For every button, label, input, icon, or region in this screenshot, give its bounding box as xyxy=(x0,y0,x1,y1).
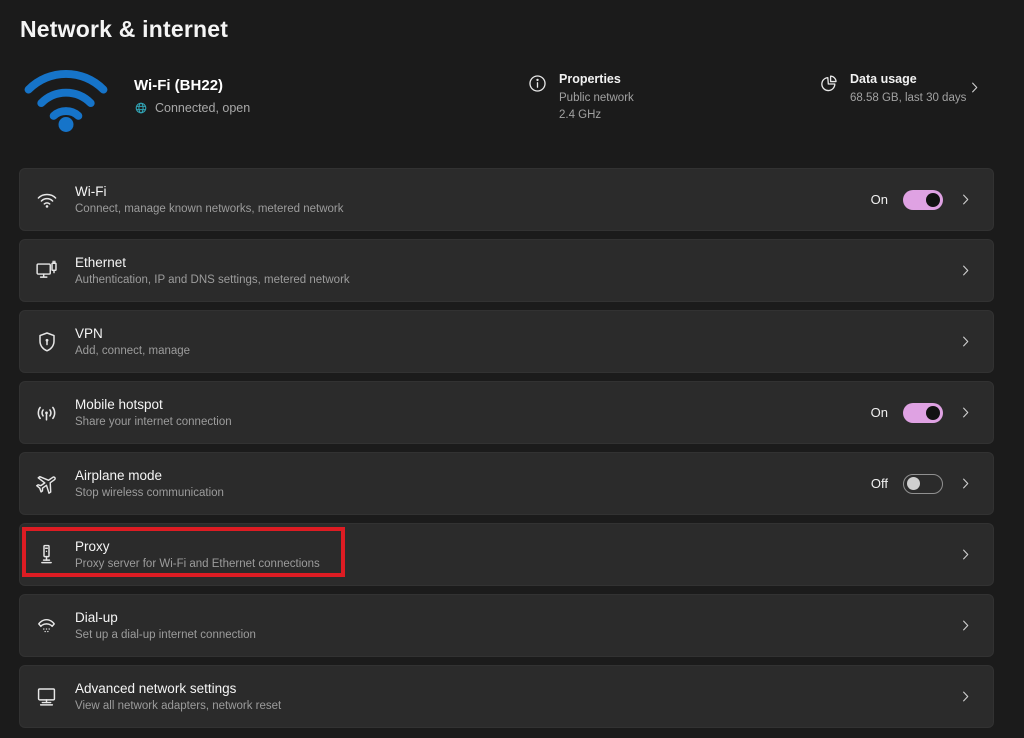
toggle-state-label: On xyxy=(871,405,888,420)
ethernet-icon xyxy=(33,257,60,284)
vpn-shield-icon xyxy=(33,328,60,355)
globe-icon xyxy=(134,101,148,115)
wifi-icon xyxy=(33,186,60,213)
chevron-right-icon xyxy=(958,334,973,349)
toggle-state-label: Off xyxy=(871,476,888,491)
settings-row-advanced-network-settings[interactable]: Advanced network settings View all netwo… xyxy=(19,665,994,728)
info-circle-icon xyxy=(527,73,548,94)
chevron-right-icon xyxy=(958,547,973,562)
row-subtitle: Connect, manage known networks, metered … xyxy=(75,203,871,215)
dialup-phone-icon xyxy=(33,612,60,639)
connection-name: Wi-Fi (BH22) xyxy=(134,77,250,94)
chevron-right-icon xyxy=(958,618,973,633)
chevron-right-icon xyxy=(958,476,973,491)
properties-band: 2.4 GHz xyxy=(559,107,634,124)
row-subtitle: Share your internet connection xyxy=(75,416,871,428)
data-usage-amount: 68.58 GB, last 30 days xyxy=(850,90,966,107)
row-subtitle: Authentication, IP and DNS settings, met… xyxy=(75,274,958,286)
proxy-server-icon xyxy=(33,541,60,568)
page-title: Network & internet xyxy=(20,16,228,43)
settings-row-proxy[interactable]: Proxy Proxy server for Wi-Fi and Etherne… xyxy=(19,523,994,586)
toggle-switch[interactable] xyxy=(903,403,943,423)
pie-chart-icon xyxy=(818,73,839,94)
properties-button[interactable]: Properties Public network 2.4 GHz xyxy=(527,72,634,125)
settings-row-dial-up[interactable]: Dial-up Set up a dial-up internet connec… xyxy=(19,594,994,657)
chevron-right-icon xyxy=(958,689,973,704)
settings-row-mobile-hotspot[interactable]: Mobile hotspot Share your internet conne… xyxy=(19,381,994,444)
toggle-switch[interactable] xyxy=(903,190,943,210)
row-title: Dial-up xyxy=(75,610,958,625)
row-title: Wi-Fi xyxy=(75,184,871,199)
mobile-hotspot-icon xyxy=(33,399,60,426)
settings-row-vpn[interactable]: VPN Add, connect, manage xyxy=(19,310,994,373)
airplane-icon xyxy=(33,470,60,497)
row-title: Mobile hotspot xyxy=(75,397,871,412)
chevron-right-icon xyxy=(958,192,973,207)
row-subtitle: Set up a dial-up internet connection xyxy=(75,629,958,641)
row-subtitle: View all network adapters, network reset xyxy=(75,700,958,712)
connection-status: Connected, open xyxy=(155,101,250,115)
properties-title: Properties xyxy=(559,72,634,86)
row-title: Proxy xyxy=(75,539,958,554)
row-title: Ethernet xyxy=(75,255,958,270)
chevron-right-icon xyxy=(958,263,973,278)
row-subtitle: Stop wireless communication xyxy=(75,487,871,499)
toggle-switch[interactable] xyxy=(903,474,943,494)
row-subtitle: Add, connect, manage xyxy=(75,345,958,357)
connection-overview: Wi-Fi (BH22) Connected, open Properties … xyxy=(20,52,1004,140)
data-usage-button[interactable]: Data usage 68.58 GB, last 30 days xyxy=(818,72,966,107)
row-title: VPN xyxy=(75,326,958,341)
chevron-right-icon xyxy=(958,405,973,420)
wifi-signal-icon xyxy=(20,56,112,136)
row-title: Airplane mode xyxy=(75,468,871,483)
advanced-network-icon xyxy=(33,683,60,710)
properties-network-type: Public network xyxy=(559,90,634,107)
settings-row-ethernet[interactable]: Ethernet Authentication, IP and DNS sett… xyxy=(19,239,994,302)
settings-row-airplane-mode[interactable]: Airplane mode Stop wireless communicatio… xyxy=(19,452,994,515)
settings-row-wifi[interactable]: Wi-Fi Connect, manage known networks, me… xyxy=(19,168,994,231)
chevron-right-icon[interactable] xyxy=(967,80,982,95)
row-subtitle: Proxy server for Wi-Fi and Ethernet conn… xyxy=(75,558,958,570)
row-title: Advanced network settings xyxy=(75,681,958,696)
toggle-state-label: On xyxy=(871,192,888,207)
data-usage-title: Data usage xyxy=(850,72,966,86)
settings-list: Wi-Fi Connect, manage known networks, me… xyxy=(19,168,994,728)
